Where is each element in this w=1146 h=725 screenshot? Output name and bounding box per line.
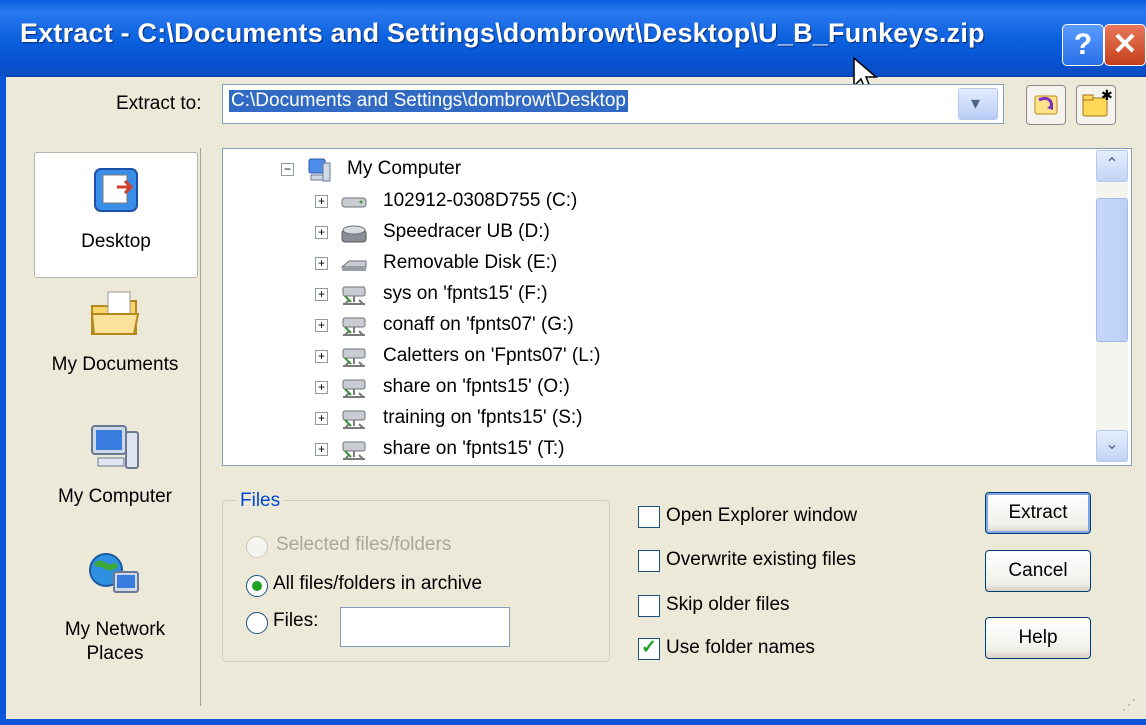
tree-row[interactable]: + sys on 'fpnts15' (F:): [223, 280, 1093, 310]
network-drive-icon: [342, 286, 366, 305]
skip-older-label: Skip older files: [666, 594, 790, 615]
tree-item-label: Removable Disk (E:): [383, 252, 558, 273]
expand-expander[interactable]: +: [315, 195, 328, 208]
extract-to-label: Extract to:: [116, 93, 202, 114]
tree-row[interactable]: + Removable Disk (E:): [223, 249, 1093, 279]
network-drive-icon: [342, 379, 366, 398]
overwrite-label: Overwrite existing files: [666, 549, 857, 570]
chevron-up-icon: ⌃: [1105, 156, 1119, 173]
network-drive-icon: [342, 348, 366, 367]
place-network[interactable]: My Network Places: [34, 548, 196, 678]
tree-row[interactable]: +102912-0308D755 (C:): [223, 187, 1093, 217]
computer-icon: [308, 158, 331, 182]
extract-to-combo[interactable]: C:\Documents and Settings\dombrowt\Deskt…: [222, 84, 1004, 124]
expand-expander[interactable]: +: [315, 257, 328, 270]
removable-disk-icon: [340, 260, 367, 271]
tree-item-label: 102912-0308D755 (C:): [383, 190, 578, 211]
folder-tree[interactable]: − My Computer +102912-0308D755 (C:) + Spee…: [222, 148, 1132, 466]
open-explorer-checkbox[interactable]: [638, 506, 660, 528]
new-folder-icon: ✱: [1082, 88, 1113, 117]
place-desktop[interactable]: Desktop: [34, 152, 198, 278]
my-computer-icon: [91, 425, 139, 469]
place-label: Desktop: [81, 231, 151, 252]
close-button[interactable]: ✕: [1104, 24, 1146, 66]
expand-expander[interactable]: +: [315, 350, 328, 363]
all-files-radio[interactable]: [246, 575, 268, 597]
network-drive-icon: [342, 441, 366, 460]
tree-item-label: share on 'fpnts15' (O:): [383, 376, 570, 397]
use-folder-names-checkbox[interactable]: ✓: [638, 637, 660, 660]
tree-item-label: Speedracer UB (D:): [383, 221, 550, 242]
tree-item-label: My Computer: [347, 158, 462, 179]
tree-row[interactable]: + Speedracer UB (D:): [223, 218, 1093, 248]
tree-item-label: conaff on 'fpnts07' (G:): [383, 314, 574, 335]
place-label: My Network Places: [64, 619, 166, 664]
overwrite-checkbox[interactable]: [638, 550, 660, 572]
skip-older-checkbox[interactable]: [638, 595, 660, 617]
scroll-up-button[interactable]: ⌃: [1096, 150, 1128, 182]
files-radio[interactable]: [246, 612, 268, 634]
checkmark-icon: ✓: [641, 637, 657, 658]
selected-files-radio[interactable]: [246, 536, 268, 558]
go-up-folder-button[interactable]: [1026, 85, 1066, 125]
desktop-icon: [94, 168, 138, 212]
extract-button[interactable]: Extract: [985, 492, 1091, 534]
my-documents-icon: [90, 291, 140, 335]
collapse-expander[interactable]: −: [281, 163, 294, 176]
expand-expander[interactable]: +: [315, 288, 328, 301]
help-button[interactable]: Help: [985, 617, 1091, 659]
expand-expander[interactable]: +: [315, 381, 328, 394]
tree-row[interactable]: + Caletters on 'Fpnts07' (L:): [223, 342, 1093, 372]
tree-row[interactable]: + share on 'fpnts15' (O:): [223, 373, 1093, 403]
expand-expander[interactable]: +: [315, 226, 328, 239]
files-label: Files:: [273, 610, 319, 631]
tree-item-label: training on 'fpnts15' (S:): [383, 407, 583, 428]
scroll-thumb[interactable]: [1096, 198, 1128, 342]
chevron-down-icon: ▾: [971, 93, 981, 113]
hard-drive-icon: [341, 197, 367, 208]
cd-drive-icon: [341, 225, 367, 243]
tree-item-label: Caletters on 'Fpnts07' (L:): [383, 345, 601, 366]
extract-to-value[interactable]: C:\Documents and Settings\dombrowt\Deskt…: [229, 90, 628, 112]
tree-row[interactable]: + conaff on 'fpnts07' (G:): [223, 311, 1093, 341]
network-drive-icon: [342, 410, 366, 429]
expand-expander[interactable]: +: [315, 443, 328, 456]
scroll-down-button[interactable]: ⌄: [1096, 430, 1128, 462]
up-folder-icon: [1034, 95, 1058, 115]
use-folder-names-label: Use folder names: [666, 637, 815, 658]
tree-row[interactable]: + share on 'fpnts15' (T:): [223, 435, 1093, 465]
window-title: Extract - C:\Documents and Settings\domb…: [20, 18, 985, 48]
place-label: My Documents: [51, 354, 179, 375]
cancel-button[interactable]: Cancel: [985, 550, 1091, 592]
resize-grip-icon[interactable]: ⋰: [1122, 696, 1136, 713]
all-files-label: All files/folders in archive: [273, 573, 483, 594]
title-help-button[interactable]: ?: [1062, 24, 1104, 66]
selected-files-label: Selected files/folders: [276, 534, 452, 555]
place-my-computer[interactable]: My Computer: [34, 418, 196, 518]
window-border-bottom: [0, 719, 1146, 725]
combo-dropdown-button[interactable]: ▾: [958, 88, 998, 120]
places-bar: Desktop My Documents My Computer My Netw…: [30, 148, 201, 706]
tree-item-label: share on 'fpnts15' (T:): [383, 438, 565, 459]
tree-row[interactable]: + training on 'fpnts15' (S:): [223, 404, 1093, 434]
tree-vertical-scrollbar[interactable]: ⌃ ⌄: [1096, 150, 1128, 462]
open-explorer-label: Open Explorer window: [666, 505, 858, 526]
expand-expander[interactable]: +: [315, 412, 328, 425]
place-label: My Computer: [57, 486, 173, 507]
tree-item-label: sys on 'fpnts15' (F:): [383, 283, 548, 304]
place-my-documents[interactable]: My Documents: [34, 286, 196, 396]
tree-root-row[interactable]: − My Computer: [223, 155, 1093, 185]
network-drive-icon: [342, 317, 366, 336]
expand-expander[interactable]: +: [315, 319, 328, 332]
chevron-down-icon: ⌄: [1105, 436, 1119, 453]
window-border-left: [0, 76, 6, 725]
files-group-title: Files: [236, 490, 285, 512]
files-pattern-input[interactable]: [340, 607, 510, 647]
radio-dot: [252, 581, 262, 591]
new-folder-button[interactable]: ✱: [1076, 85, 1116, 125]
network-places-icon: [89, 553, 139, 593]
svg-text:✱: ✱: [1101, 88, 1113, 104]
